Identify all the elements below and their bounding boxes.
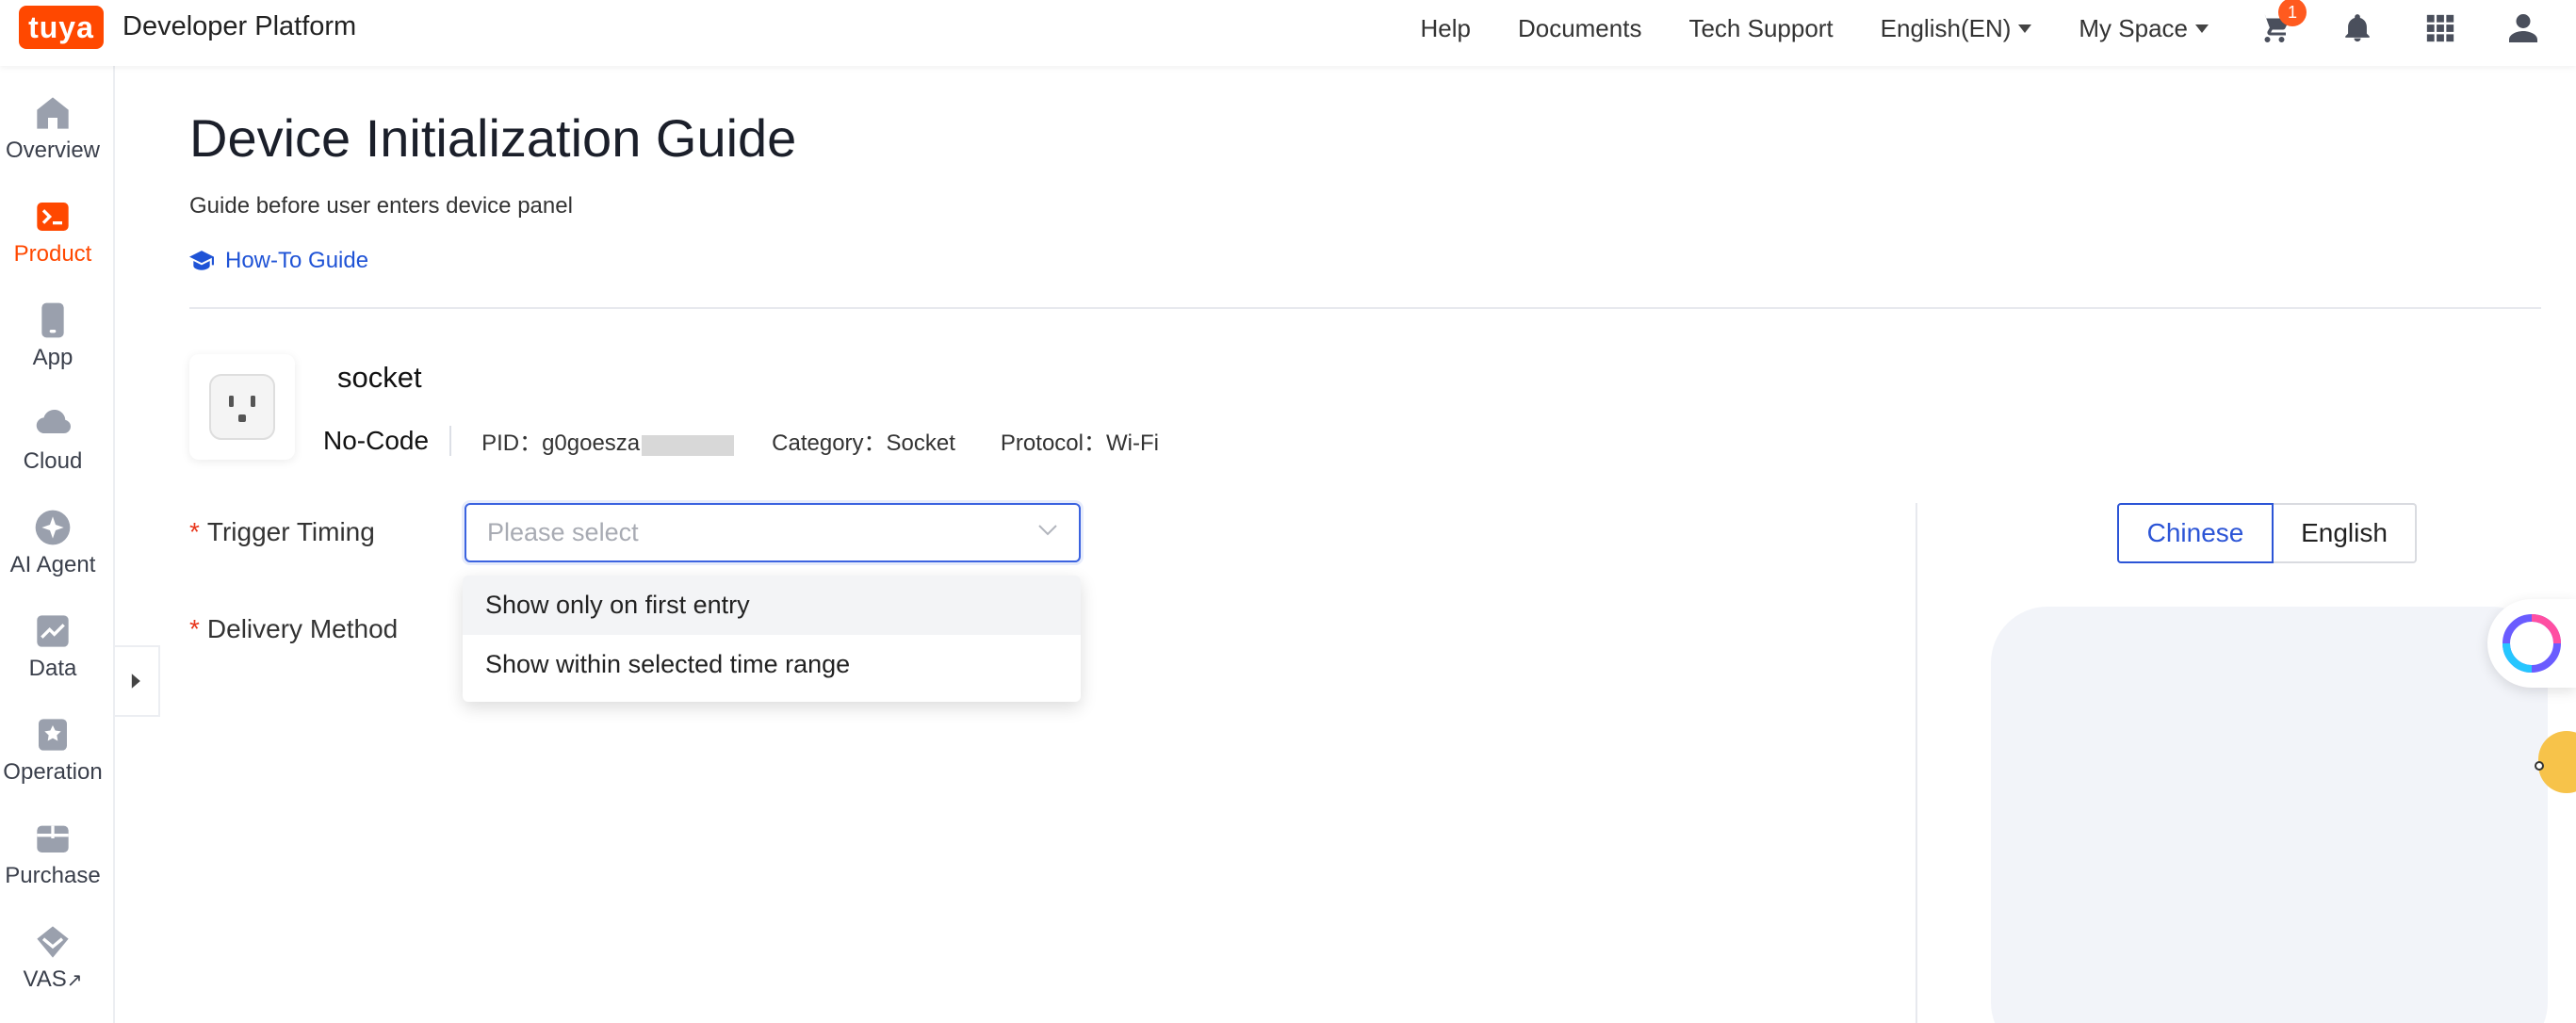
apps-grid-icon <box>2426 14 2454 42</box>
english-button[interactable]: English <box>2274 503 2417 563</box>
page-title: Device Initialization Guide <box>189 108 797 168</box>
redacted-block <box>642 434 735 456</box>
caret-down-icon <box>2018 24 2032 33</box>
sidebar-item-label: Product <box>13 241 92 267</box>
sidebar-item-product[interactable]: Product <box>0 198 106 268</box>
ai-orb-icon <box>2503 614 2561 673</box>
phone-icon <box>41 302 64 338</box>
product-meta: No-Code PID：g0goesza Category：Socket Pro… <box>323 424 1204 457</box>
delivery-method-label: * Delivery Method <box>189 614 398 644</box>
sidebar-item-overview[interactable]: Overview <box>0 94 106 164</box>
socket-icon <box>209 374 275 440</box>
how-to-guide-link[interactable]: How-To Guide <box>189 248 368 274</box>
sidebar: Overview Product App Cloud AI Agent Data… <box>0 66 115 1023</box>
external-link-icon: ↗ <box>66 970 83 991</box>
nav-tech-support[interactable]: Tech Support <box>1688 14 1833 43</box>
bell-icon <box>2345 14 2370 42</box>
sidebar-item-label: AI Agent <box>9 552 96 577</box>
sidebar-item-purchase[interactable]: Purchase <box>0 820 106 889</box>
option-time-range[interactable]: Show within selected time range <box>463 635 1081 694</box>
delivery-method-text: Delivery Method <box>206 614 399 643</box>
sidebar-item-label: App <box>32 345 73 370</box>
top-navigation-bar: tuya Developer Platform Help Documents T… <box>0 0 2576 66</box>
sidebar-item-cloud[interactable]: Cloud <box>0 405 106 475</box>
sidebar-item-vas[interactable]: VAS↗ <box>0 923 106 993</box>
caret-down-icon <box>2195 24 2209 33</box>
sidebar-item-label: Purchase <box>5 863 101 888</box>
trigger-timing-text: Trigger Timing <box>206 517 375 546</box>
graduation-cap-icon <box>189 251 214 270</box>
logo-text: tuya <box>28 9 94 44</box>
sidebar-item-label: Operation <box>3 759 103 785</box>
sidebar-expand-button[interactable] <box>115 645 160 717</box>
nav-language-select[interactable]: English(EN) <box>1881 14 2032 43</box>
cloud-icon <box>36 409 71 434</box>
product-protocol: Protocol：Wi-Fi <box>1000 430 1159 456</box>
top-nav: Help Documents Tech Support English(EN) … <box>1420 0 2576 57</box>
pid-value: PID：g0goesza <box>481 430 641 456</box>
ai-assistant-button[interactable] <box>2487 599 2576 688</box>
sidebar-item-label: Data <box>28 656 77 681</box>
account-button[interactable] <box>2504 9 2542 47</box>
tuya-logo[interactable]: tuya <box>19 6 104 49</box>
sidebar-item-label: VAS <box>23 966 67 992</box>
panel-divider <box>1916 503 1917 1023</box>
diamond-icon <box>37 926 69 958</box>
trigger-timing-label: * Trigger Timing <box>189 517 375 547</box>
sidebar-item-ai-agent[interactable]: AI Agent <box>0 509 106 578</box>
cart-count-badge: 1 <box>2278 0 2307 26</box>
my-space-label: My Space <box>2079 13 2188 42</box>
sidebar-item-app[interactable]: App <box>0 301 106 371</box>
option-first-entry[interactable]: Show only on first entry <box>463 576 1081 635</box>
user-icon <box>2509 14 2537 42</box>
nav-my-space[interactable]: My Space <box>2079 14 2209 43</box>
brand-name: Developer Platform <box>122 11 357 41</box>
language-toggle: Chinese English <box>2117 503 2417 563</box>
notifications-button[interactable] <box>2339 9 2376 47</box>
page-subtitle: Guide before user enters device panel <box>189 193 573 219</box>
mascot-eye <box>2535 761 2544 771</box>
select-placeholder: Please select <box>487 518 639 546</box>
sidebar-item-label: Overview <box>5 138 101 163</box>
product-category: Category：Socket <box>772 430 955 456</box>
how-to-guide-label: How-To Guide <box>225 248 369 273</box>
box-icon <box>37 825 69 852</box>
required-mark: * <box>189 517 200 546</box>
star-bookmark-icon <box>39 719 67 751</box>
language-label: English(EN) <box>1880 13 2012 42</box>
development-mode: No-Code <box>323 425 452 456</box>
home-icon <box>37 97 69 129</box>
chevron-right-icon <box>131 674 140 689</box>
nav-help[interactable]: Help <box>1420 14 1470 43</box>
sidebar-item-label: Cloud <box>23 448 83 474</box>
apps-button[interactable] <box>2421 9 2459 47</box>
product-name: socket <box>337 361 422 394</box>
chart-icon <box>37 615 69 647</box>
section-divider <box>189 307 2541 309</box>
cart-button[interactable]: 1 <box>2256 0 2307 47</box>
product-pid: PID：g0goesza <box>481 424 735 457</box>
chevron-down-icon <box>1038 525 1057 536</box>
trigger-timing-dropdown: Show only on first entry Show within sel… <box>463 576 1081 702</box>
sparkle-icon <box>35 510 71 545</box>
trigger-timing-select[interactable]: Please select <box>465 503 1081 562</box>
chinese-button[interactable]: Chinese <box>2117 503 2274 563</box>
nav-documents[interactable]: Documents <box>1518 14 1642 43</box>
product-image <box>189 354 295 460</box>
phone-preview <box>1991 607 2548 1023</box>
sidebar-item-operation[interactable]: Operation <box>0 716 106 786</box>
terminal-icon <box>37 203 69 231</box>
sidebar-item-data[interactable]: Data <box>0 612 106 682</box>
required-mark: * <box>189 614 200 643</box>
